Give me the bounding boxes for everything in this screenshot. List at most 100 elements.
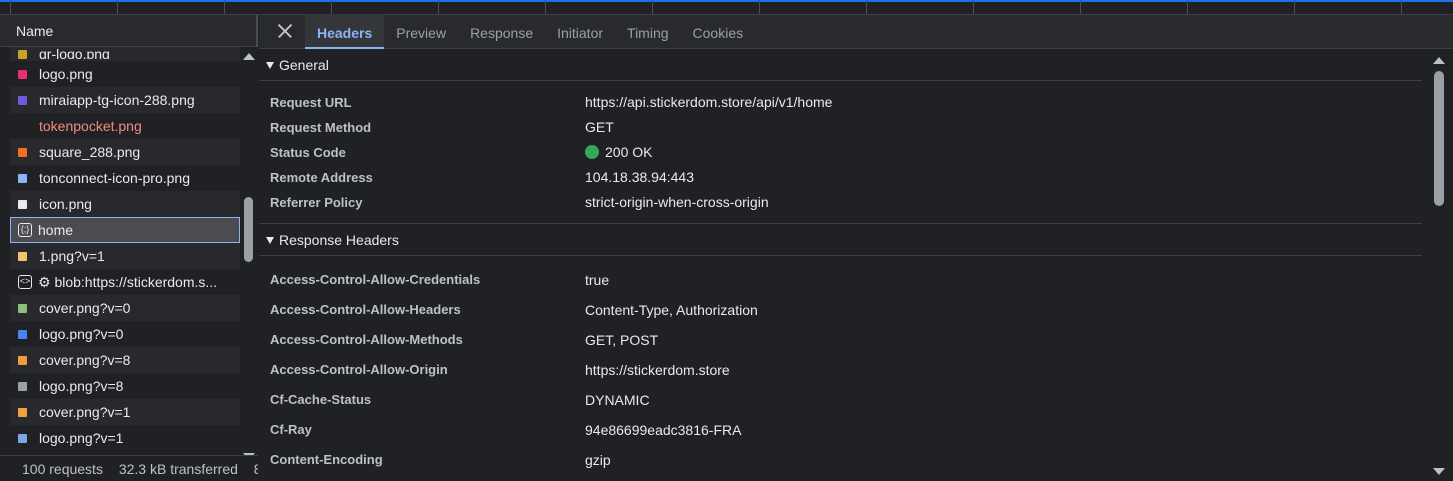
header-row: Access-Control-Allow-Methods GET, POST — [259, 325, 1422, 355]
request-row[interactable]: cover.png?v=1 — [10, 399, 240, 425]
request-row[interactable]: logo.png?v=8 — [10, 373, 240, 399]
header-value: gzip — [585, 452, 611, 468]
request-name: logo.png?v=0 — [39, 326, 124, 342]
header-row: Referrer Policy strict-origin-when-cross-… — [259, 190, 1422, 215]
request-row[interactable]: cover.png?v=0 — [10, 295, 240, 321]
header-value-cell[interactable]: strict-origin-when-cross-origin — [585, 190, 769, 215]
header-value: strict-origin-when-cross-origin — [585, 194, 769, 210]
scrollbar-thumb[interactable] — [244, 197, 253, 262]
request-row[interactable]: icon.png — [10, 191, 240, 217]
tab-response[interactable]: Response — [458, 14, 545, 48]
request-row[interactable]: miraiapp-tg-icon-288.png — [10, 87, 240, 113]
waterfall-gridline — [1401, 0, 1402, 14]
request-list-scrollbar[interactable] — [240, 47, 258, 470]
waterfall-gridline — [652, 0, 653, 14]
request-name: tonconnect-icon-pro.png — [39, 170, 190, 186]
request-name: logo.png — [39, 66, 93, 82]
header-value-cell[interactable]: DYNAMIC — [585, 385, 650, 415]
header-row: Request Method GET — [259, 115, 1422, 140]
header-name: Remote Address — [270, 170, 373, 185]
header-value: true — [585, 272, 610, 288]
response-headers-section-title: Response Headers — [279, 232, 399, 248]
tab-cookies[interactable]: Cookies — [681, 14, 756, 48]
header-value-cell[interactable]: https://api.stickerdom.store/api/v1/home — [585, 90, 832, 115]
header-value: 200 OK — [605, 144, 653, 160]
transferred-size: 32.3 kB transferred — [118, 461, 238, 477]
general-section: Request URL https://api.stickerdom.store/… — [259, 81, 1422, 224]
close-details-icon[interactable] — [259, 14, 305, 48]
tab-preview[interactable]: Preview — [384, 14, 458, 48]
header-name: Cf-Cache-Status — [270, 392, 372, 407]
tab-timing[interactable]: Timing — [615, 14, 681, 48]
details-scrollbar[interactable] — [1422, 49, 1453, 481]
header-value-cell[interactable]: 94e86699eadc3816-FRA — [585, 415, 741, 445]
header-name: Access-Control-Allow-Methods — [270, 332, 463, 347]
header-value-cell[interactable]: GET — [585, 115, 614, 140]
document-request-icon: <> — [18, 275, 32, 289]
header-row: Status Code 200 OK — [259, 140, 1422, 165]
column-divider[interactable] — [256, 15, 257, 47]
header-name: Cf-Ray — [270, 422, 312, 437]
fetch-request-icon: {;} — [18, 223, 32, 237]
header-name: Request URL — [270, 95, 352, 110]
scrollbar-thumb[interactable] — [1434, 71, 1444, 206]
header-row: Remote Address 104.18.38.94:443 — [259, 165, 1422, 190]
request-name: logo.png?v=8 — [39, 378, 124, 394]
tab-initiator[interactable]: Initiator — [545, 14, 615, 48]
header-value-cell[interactable]: true — [585, 265, 609, 295]
request-name: cover.png?v=0 — [39, 300, 131, 316]
header-value-cell[interactable]: 104.18.38.94:443 — [585, 165, 694, 190]
request-row[interactable]: qr-logo.png — [10, 47, 240, 61]
header-value-cell[interactable]: https://stickerdom.store — [585, 355, 730, 385]
header-value-cell[interactable]: Content-Type, Authorization — [585, 295, 758, 325]
header-value: Content-Type, Authorization — [585, 302, 758, 318]
scroll-up-arrow-icon[interactable] — [243, 53, 255, 60]
response-headers-section-toggle[interactable]: Response Headers — [259, 224, 1422, 256]
waterfall-dom-loaded-line — [0, 0, 1453, 2]
request-row[interactable]: square_288.png — [10, 139, 240, 165]
waterfall-gridline — [1187, 0, 1188, 14]
header-value-cell[interactable]: 200 OK — [585, 140, 652, 165]
tab-headers[interactable]: Headers — [305, 14, 385, 49]
waterfall-gridline — [331, 0, 332, 14]
image-request-icon — [18, 381, 27, 391]
header-row: Access-Control-Allow-Credentials true — [259, 265, 1422, 295]
request-row[interactable]: cover.png?v=8 — [10, 347, 240, 373]
response-headers-section: Access-Control-Allow-Credentials true Acce… — [259, 256, 1422, 481]
image-request-icon — [18, 329, 27, 339]
collapse-triangle-icon — [266, 237, 274, 244]
general-section-toggle[interactable]: General — [259, 49, 1422, 81]
header-name: Access-Control-Allow-Origin — [270, 362, 448, 377]
image-request-icon — [18, 433, 27, 443]
general-section-title: General — [279, 57, 329, 73]
waterfall-gridline — [545, 0, 546, 14]
name-column-header[interactable]: Name — [0, 15, 257, 47]
request-row[interactable]: logo.png?v=1 — [10, 425, 240, 451]
image-request-icon — [18, 49, 27, 59]
waterfall-gridline — [1080, 0, 1081, 14]
image-request-icon — [18, 173, 27, 183]
status-ok-dot-icon — [585, 145, 599, 159]
name-column-label: Name — [16, 23, 54, 39]
header-name: Access-Control-Allow-Credentials — [270, 272, 481, 287]
waterfall-gridline — [117, 0, 118, 14]
header-value-cell[interactable]: gzip — [585, 445, 611, 475]
request-rows: qr-logo.png logo.png miraiapp-tg-icon-288.… — [10, 47, 240, 470]
request-name: cover.png?v=8 — [39, 352, 131, 368]
request-name: icon.png — [39, 196, 92, 212]
waterfall-gridline — [10, 0, 11, 14]
summary-overflow: 8 — [254, 461, 258, 477]
waterfall-overview[interactable] — [0, 0, 1453, 15]
request-row[interactable]: tonconnect-icon-pro.png — [10, 165, 240, 191]
scroll-up-arrow-icon[interactable] — [1433, 57, 1445, 64]
request-row[interactable]: {;} home — [10, 217, 240, 243]
header-name: Status Code — [270, 145, 346, 160]
request-row[interactable]: logo.png?v=0 — [10, 321, 240, 347]
request-row[interactable]: tokenpocket.png — [10, 113, 240, 139]
request-name: square_288.png — [39, 144, 141, 160]
request-row[interactable]: <> ⚙ blob:https://stickerdom.s... — [10, 269, 240, 295]
request-row[interactable]: logo.png — [10, 61, 240, 87]
header-value-cell[interactable]: GET, POST — [585, 325, 658, 355]
scroll-down-arrow-icon[interactable] — [1433, 468, 1445, 475]
request-row[interactable]: 1.png?v=1 — [10, 243, 240, 269]
